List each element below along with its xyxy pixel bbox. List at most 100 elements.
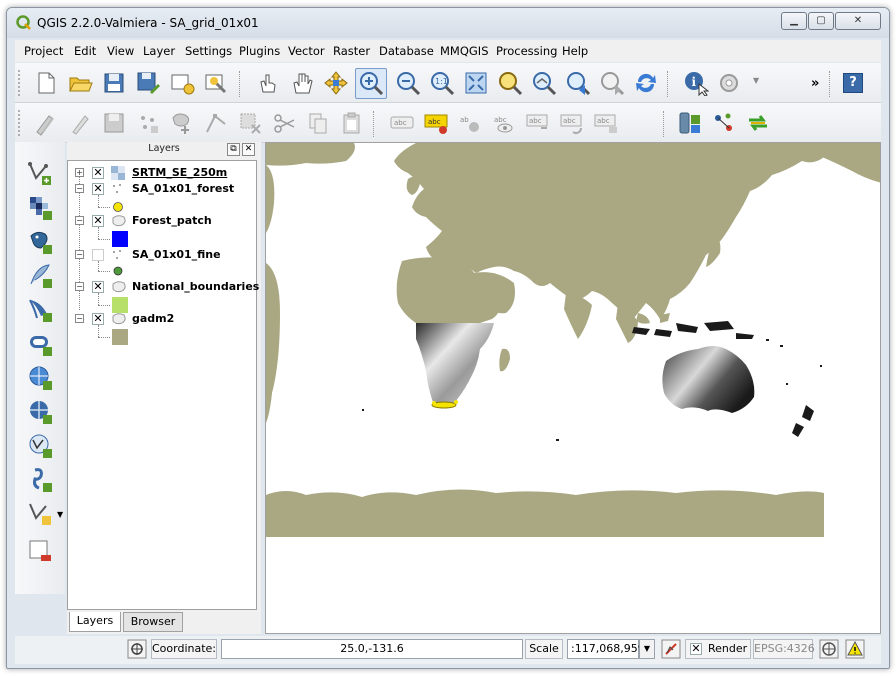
menu-plugins[interactable]: Plugins — [239, 44, 280, 58]
menu-layer[interactable]: Layer — [143, 44, 175, 58]
layer-visibility-checkbox[interactable]: ✕ — [92, 167, 104, 179]
remove-layer-icon[interactable] — [27, 538, 53, 564]
show-hide-labels-icon[interactable]: abc — [491, 110, 517, 136]
menu-project[interactable]: Project — [24, 44, 63, 58]
tab-browser[interactable]: Browser — [123, 612, 183, 632]
menu-database[interactable]: Database — [379, 44, 434, 58]
collapse-toggle[interactable]: − — [75, 250, 84, 259]
zoom-full-icon[interactable] — [463, 70, 489, 96]
add-postgis-layer-icon[interactable] — [27, 228, 53, 254]
add-wfs-layer-icon[interactable] — [27, 432, 53, 458]
add-wcs-layer-icon[interactable] — [27, 398, 53, 424]
add-raster-layer-icon[interactable] — [27, 194, 53, 220]
toolbar-grip[interactable] — [17, 109, 21, 137]
add-feature-icon[interactable] — [135, 110, 161, 136]
new-layer-dropdown-arrow[interactable]: ▼ — [57, 510, 63, 519]
menu-vector[interactable]: Vector — [288, 44, 325, 58]
save-as-icon[interactable] — [135, 70, 161, 96]
add-delimited-text-layer-icon[interactable] — [27, 466, 53, 492]
zoom-to-selection-icon[interactable] — [497, 70, 523, 96]
panel-close-button[interactable]: ✕ — [242, 143, 255, 156]
layer-visibility-checkbox[interactable]: ✕ — [92, 313, 104, 325]
layer-visibility-checkbox[interactable] — [92, 249, 104, 261]
messages-warning-icon[interactable] — [845, 639, 865, 659]
menu-settings[interactable]: Settings — [185, 44, 232, 58]
change-label-icon[interactable]: abc — [593, 110, 619, 136]
save-layer-edits-icon[interactable] — [101, 110, 127, 136]
layer-visibility-checkbox[interactable]: ✕ — [92, 183, 104, 195]
graph-tool-icon[interactable] — [711, 110, 737, 136]
composer-manager-icon[interactable] — [203, 70, 229, 96]
add-mssql-layer-icon[interactable] — [27, 296, 53, 322]
menu-view[interactable]: View — [107, 44, 134, 58]
current-edits-icon[interactable] — [33, 110, 59, 136]
layer-item[interactable]: − SA_01x01_fine — [68, 247, 256, 263]
open-project-icon[interactable] — [67, 70, 93, 96]
add-vector-layer-icon[interactable] — [27, 160, 53, 186]
zoom-last-icon[interactable] — [565, 70, 591, 96]
toggle-editing-icon[interactable] — [67, 110, 93, 136]
add-oracle-layer-icon[interactable] — [27, 330, 53, 356]
run-feature-action-icon[interactable] — [717, 70, 743, 96]
pan-to-selection-icon[interactable] — [323, 70, 349, 96]
zoom-to-layer-icon[interactable] — [531, 70, 557, 96]
scale-dropdown-arrow[interactable]: ▼ — [639, 639, 655, 659]
render-toggle[interactable]: ✕ Render — [685, 639, 751, 659]
pin-label-icon[interactable]: ab — [457, 110, 483, 136]
menu-raster[interactable]: Raster — [333, 44, 370, 58]
tab-layers[interactable]: Layers — [69, 612, 121, 632]
zoom-in-icon[interactable] — [358, 70, 384, 96]
node-tool-icon[interactable] — [203, 110, 229, 136]
layer-item[interactable]: − ✕ SA_01x01_forest — [68, 181, 256, 197]
minimize-button[interactable]: ▁ — [781, 12, 807, 30]
collapse-toggle[interactable]: − — [75, 282, 84, 291]
pan-map-icon[interactable] — [289, 70, 315, 96]
toolbar-grip[interactable] — [17, 69, 21, 97]
menu-edit[interactable]: Edit — [74, 44, 96, 58]
layer-item[interactable]: − ✕ National_boundaries — [68, 279, 259, 295]
map-canvas[interactable] — [265, 142, 881, 634]
cut-features-icon[interactable] — [271, 110, 297, 136]
toolbar-overflow-button[interactable]: » — [811, 76, 819, 91]
copy-features-icon[interactable] — [305, 110, 331, 136]
move-label-icon[interactable]: abc — [525, 110, 551, 136]
identify-features-icon[interactable]: i — [683, 70, 709, 96]
close-button[interactable]: ✕ — [835, 12, 881, 30]
move-feature-icon[interactable] — [169, 110, 195, 136]
coordinate-field[interactable]: 25.0,-131.6 — [221, 639, 523, 659]
menu-processing[interactable]: Processing — [496, 44, 557, 58]
rotate-label-icon[interactable]: abc — [559, 110, 585, 136]
label-tool-icon[interactable]: abc — [389, 110, 415, 136]
new-print-composer-icon[interactable] — [169, 70, 195, 96]
new-project-icon[interactable] — [33, 70, 59, 96]
stop-render-icon[interactable] — [661, 639, 681, 659]
render-checkbox[interactable]: ✕ — [690, 643, 702, 655]
collapse-toggle[interactable]: − — [75, 314, 84, 323]
layer-visibility-checkbox[interactable]: ✕ — [92, 215, 104, 227]
delete-selected-icon[interactable] — [237, 110, 263, 136]
scale-combobox[interactable]: :117,068,959 — [567, 639, 645, 659]
layer-item[interactable]: − ✕ gadm2 — [68, 311, 256, 327]
add-spatialite-layer-icon[interactable] — [27, 262, 53, 288]
expand-toggle[interactable]: + — [75, 168, 84, 177]
crs-globe-icon[interactable] — [819, 639, 839, 659]
layer-item[interactable]: − ✕ Forest_patch — [68, 213, 256, 229]
save-project-icon[interactable] — [101, 70, 127, 96]
sync-arrows-icon[interactable] — [745, 110, 771, 136]
layer-visibility-checkbox[interactable]: ✕ — [92, 281, 104, 293]
paste-features-icon[interactable] — [339, 110, 365, 136]
panel-float-button[interactable]: ⧉ — [227, 143, 240, 156]
menu-help[interactable]: Help — [562, 44, 588, 58]
action-dropdown-arrow[interactable]: ▼ — [753, 76, 759, 85]
new-shapefile-layer-icon[interactable] — [27, 500, 53, 526]
zoom-out-icon[interactable] — [395, 70, 421, 96]
collapse-toggle[interactable]: − — [75, 184, 84, 193]
zoom-next-icon[interactable] — [599, 70, 625, 96]
help-button[interactable]: ? — [843, 73, 863, 93]
collapse-toggle[interactable]: − — [75, 216, 84, 225]
label-highlight-icon[interactable]: abc — [423, 110, 449, 136]
maximize-button[interactable]: ▢ — [808, 12, 834, 30]
crs-status-button[interactable]: EPSG:4326 — [753, 639, 815, 659]
add-wms-layer-icon[interactable] — [27, 364, 53, 390]
menu-mmqgis[interactable]: MMQGIS — [440, 44, 489, 58]
